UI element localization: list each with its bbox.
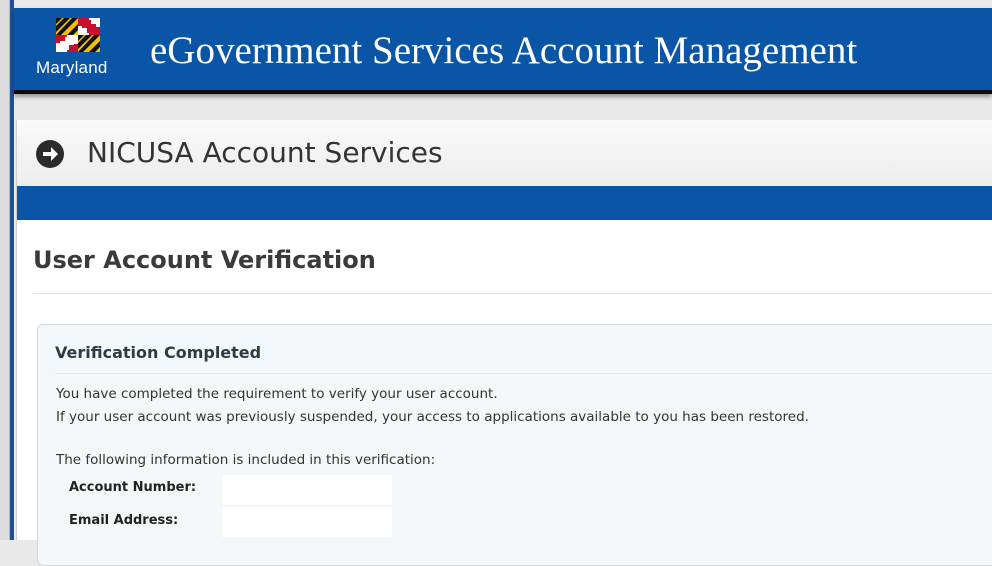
banner-title: eGovernment Services Account Management — [150, 29, 858, 72]
account-number-label: Account Number: — [69, 480, 197, 495]
card-divider — [55, 373, 992, 374]
main-panel: NICUSA Account Services User Account Ver… — [16, 120, 992, 566]
message-line-1: You have completed the requirement to ve… — [56, 386, 498, 402]
service-header: NICUSA Account Services — [17, 120, 992, 186]
service-title: NICUSA Account Services — [87, 136, 443, 169]
title-divider — [33, 293, 992, 294]
page-title: User Account Verification — [33, 246, 376, 274]
arrow-circle-right-icon — [36, 140, 64, 168]
message-line-2: If your user account was previously susp… — [56, 409, 809, 425]
maryland-logo[interactable]: Maryland — [36, 18, 128, 84]
logo-text: Maryland — [36, 58, 108, 77]
verification-heading: Verification Completed — [55, 343, 262, 362]
nav-bar — [17, 186, 992, 220]
info-intro: The following information is included in… — [56, 452, 436, 468]
maryland-flag-icon — [56, 18, 100, 52]
account-number-value — [222, 475, 392, 505]
verification-card: Verification Completed You have complete… — [37, 324, 992, 566]
site-banner: Maryland eGovernment Services Account Ma… — [14, 8, 992, 94]
left-window-edge — [0, 0, 10, 540]
email-address-label: Email Address: — [69, 513, 179, 528]
email-address-value — [222, 507, 392, 537]
